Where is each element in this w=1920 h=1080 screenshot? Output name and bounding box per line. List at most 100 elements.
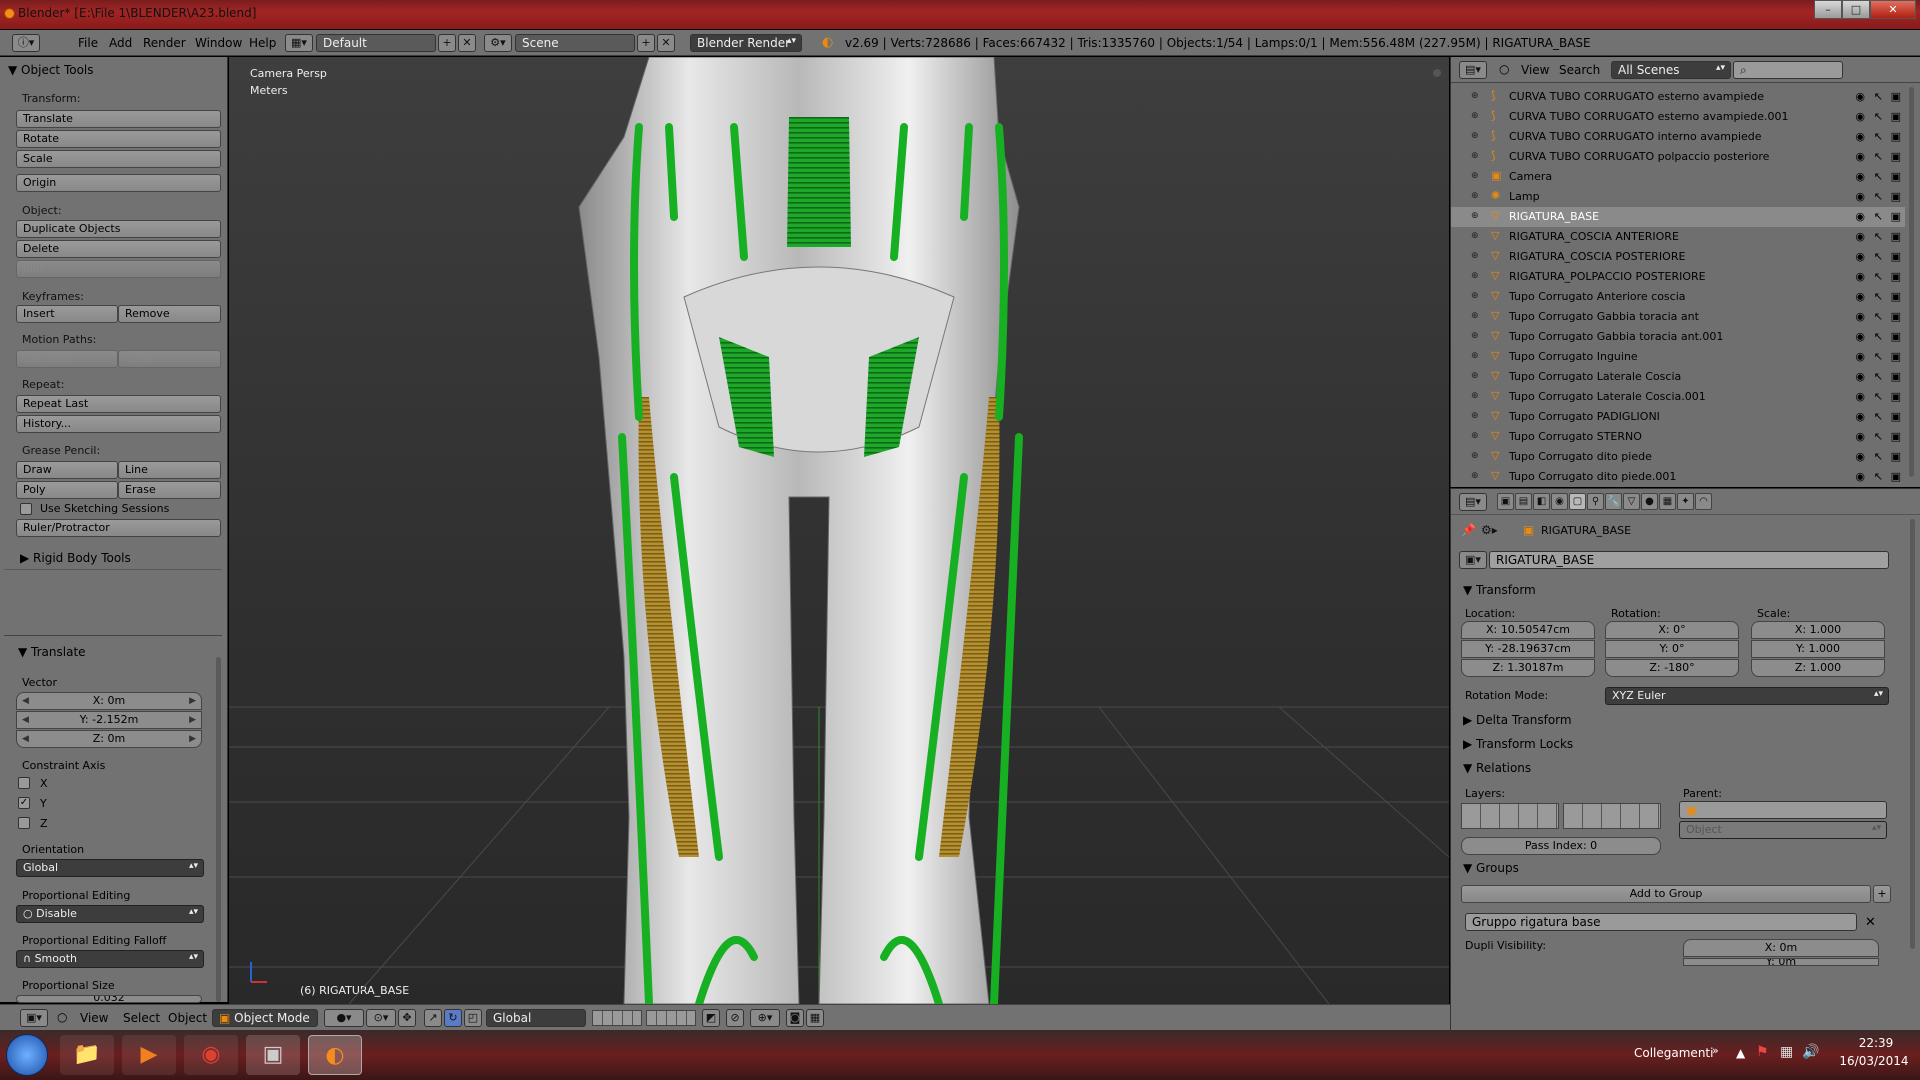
sketching-checkbox[interactable] (20, 503, 32, 515)
expand-icon[interactable]: ⊕ (1471, 191, 1479, 201)
chevron-icon[interactable]: » (1712, 1044, 1719, 1057)
manipulator-toggle[interactable]: ✥ (398, 1009, 416, 1027)
cursor-icon[interactable]: ↖ (1874, 330, 1883, 343)
expand-icon[interactable]: ⊕ (1471, 271, 1479, 281)
expand-icon[interactable]: ⊕ (1471, 91, 1479, 101)
expand-icon[interactable]: ⊕ (1471, 451, 1479, 461)
layer-buttons-a[interactable] (592, 1010, 642, 1026)
eye-icon[interactable]: ◉ (1855, 130, 1865, 143)
eye-icon[interactable]: ◉ (1855, 450, 1865, 463)
outliner-item[interactable]: ⊕ ⟆ CURVA TUBO CORRUGATO interno avampiede… (1451, 127, 1905, 147)
toolbar-label[interactable]: Collegamenti (1634, 1046, 1713, 1060)
remove-layout-icon[interactable]: ✕ (458, 34, 476, 52)
panel-groups[interactable]: ▼ Groups (1463, 861, 1519, 875)
render-icon[interactable]: ▣ (1891, 290, 1901, 303)
circle-icon[interactable]: ○ (57, 1010, 67, 1024)
render-layers-tab-icon[interactable]: ▤ (1515, 493, 1532, 510)
outliner-scrollbar[interactable] (1909, 87, 1914, 477)
expand-icon[interactable]: ⊕ (1471, 351, 1479, 361)
outliner-item[interactable]: ⊕ ▽ Tupo Corrugato Gabbia toracia ant.001 ◉… (1451, 327, 1905, 347)
render-preview-icon[interactable]: ◙ (786, 1009, 804, 1027)
panel-transform[interactable]: ▼ Transform (1463, 583, 1536, 597)
proportional-edit-icon[interactable]: ⊘ (726, 1009, 744, 1027)
outliner-item[interactable]: ⊕ ▽ RIGATURA_POLPACCIO POSTERIORE ◉ ↖ ▣ (1451, 267, 1905, 287)
pivot-dropdown[interactable]: ⊙▾ (366, 1009, 396, 1027)
cursor-icon[interactable]: ↖ (1874, 90, 1883, 103)
poly-button[interactable]: Poly (16, 481, 118, 499)
scale-x-field[interactable]: X: 1.000 (1751, 621, 1885, 639)
editor-type-icon[interactable]: ▤▾ (1459, 61, 1487, 79)
outliner-item[interactable]: ⊕ ▽ Tupo Corrugato Anteriore coscia ◉ ↖ ▣ (1451, 287, 1905, 307)
outliner-item[interactable]: ⊕ ⟆ CURVA TUBO CORRUGATO polpaccio posteri… (1451, 147, 1905, 167)
render-icon[interactable]: ▣ (1891, 350, 1901, 363)
eye-icon[interactable]: ◉ (1855, 350, 1865, 363)
render-icon[interactable]: ▣ (1891, 330, 1901, 343)
outliner-item[interactable]: ⊕ ▽ Tupo Corrugato Laterale Coscia ◉ ↖ ▣ (1451, 367, 1905, 387)
render-icon[interactable]: ▣ (1891, 150, 1901, 163)
scale-button[interactable]: Scale (16, 150, 221, 168)
expand-icon[interactable]: ⊕ (1471, 471, 1479, 481)
circle-icon[interactable]: ○ (1499, 62, 1509, 76)
eye-icon[interactable]: ◉ (1855, 250, 1865, 263)
render-icon[interactable]: ▣ (1891, 110, 1901, 123)
insert-keyframe-button[interactable]: Insert (16, 305, 118, 323)
menu-add[interactable]: Add (109, 36, 132, 50)
expand-icon[interactable]: ⊕ (1471, 151, 1479, 161)
screen-layout-field[interactable]: Default (316, 34, 436, 52)
vector-x-field[interactable]: ◀ X: 0m ▶ (16, 692, 202, 710)
rotate-manipulator-icon[interactable]: ↻ (444, 1009, 462, 1027)
history-button[interactable]: History... (16, 415, 221, 433)
eye-icon[interactable]: ◉ (1855, 310, 1865, 323)
outliner-item[interactable]: ⊕ ▽ Tupo Corrugato dito piede ◉ ↖ ▣ (1451, 447, 1905, 467)
render-icon[interactable]: ▣ (1891, 210, 1901, 223)
outliner-item[interactable]: ⊕ ▽ Tupo Corrugato Gabbia toracia ant ◉ ↖ ▣ (1451, 307, 1905, 327)
mode-dropdown[interactable]: ▣ Object Mode (212, 1009, 318, 1027)
object-name-field[interactable]: RIGATURA_BASE (1489, 551, 1889, 569)
menu-render[interactable]: Render (143, 36, 186, 50)
rotate-button[interactable]: Rotate (16, 130, 221, 148)
outliner-item[interactable]: ⊕ ▣ Camera ◉ ↖ ▣ (1451, 167, 1905, 187)
group-name-field[interactable]: Gruppo rigatura base (1465, 913, 1857, 931)
eye-icon[interactable]: ◉ (1855, 470, 1865, 483)
render-icon[interactable]: ▣ (1891, 310, 1901, 323)
layer-lock-icon[interactable]: ◩ (702, 1009, 720, 1027)
translate-manipulator-icon[interactable]: ↗ (424, 1009, 442, 1027)
rotation-z-field[interactable]: Z: -180° (1605, 659, 1739, 677)
outliner-item[interactable]: ⊕ ▽ Tupo Corrugato PADIGLIONI ◉ ↖ ▣ (1451, 407, 1905, 427)
location-z-field[interactable]: Z: 1.30187m (1461, 659, 1595, 677)
falloff-dropdown[interactable]: ∩ Smooth ▴▾ (16, 950, 204, 968)
expand-icon[interactable]: ⊕ (1471, 431, 1479, 441)
cursor-icon[interactable]: ↖ (1874, 170, 1883, 183)
rotation-x-field[interactable]: X: 0° (1605, 621, 1739, 639)
render-engine-dropdown[interactable]: Blender Render ▴▾ (690, 34, 802, 52)
pin-icon[interactable]: 📌 (1461, 523, 1476, 537)
expand-icon[interactable]: ⊕ (1471, 231, 1479, 241)
cursor-icon[interactable]: ↖ (1874, 210, 1883, 223)
editor-type-icon[interactable]: ⓘ▾ (12, 34, 40, 52)
panel-object-tools[interactable]: ▼ Object Tools (8, 63, 94, 77)
editor-type-icon[interactable]: ▤▾ (1459, 493, 1487, 511)
render-icon[interactable]: ▣ (1891, 470, 1901, 483)
expand-icon[interactable]: ⊕ (1471, 411, 1479, 421)
render-icon[interactable]: ▣ (1891, 390, 1901, 403)
vector-z-field[interactable]: ◀ Z: 0m ▶ (16, 730, 202, 748)
outliner-item[interactable]: ⊕ ▽ Tupo Corrugato Laterale Coscia.001 ◉ ↖ ▣ (1451, 387, 1905, 407)
eye-icon[interactable]: ◉ (1855, 430, 1865, 443)
eye-icon[interactable]: ◉ (1855, 270, 1865, 283)
cursor-icon[interactable]: ↖ (1874, 430, 1883, 443)
panel-delta-transform[interactable]: ▶ Delta Transform (1463, 713, 1572, 727)
cursor-icon[interactable]: ↖ (1874, 270, 1883, 283)
clock-time[interactable]: 22:39 (1846, 1036, 1906, 1050)
menu-search[interactable]: Search (1559, 63, 1600, 77)
cursor-icon[interactable]: ↖ (1874, 110, 1883, 123)
origin-button[interactable]: Origin (16, 174, 221, 192)
display-mode-dropdown[interactable]: All Scenes ▴▾ (1611, 61, 1731, 79)
add-scene-icon[interactable]: + (637, 34, 655, 52)
dupli-y-field[interactable]: Y: 0m (1683, 958, 1879, 966)
ruler-button[interactable]: Ruler/Protractor (16, 519, 221, 537)
shading-dropdown[interactable]: ●▾ (324, 1009, 364, 1027)
scene-link-icon[interactable]: ⚙▸ (1481, 523, 1498, 537)
panel-relations[interactable]: ▼ Relations (1463, 761, 1531, 775)
draw-button[interactable]: Draw (16, 461, 118, 479)
eye-icon[interactable]: ◉ (1855, 370, 1865, 383)
